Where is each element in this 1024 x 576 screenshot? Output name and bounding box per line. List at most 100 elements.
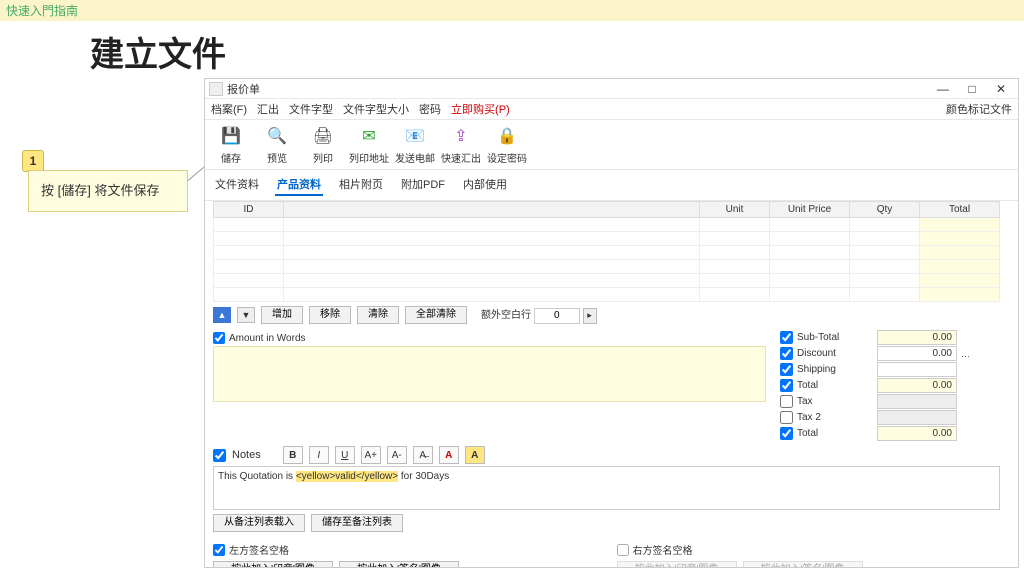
notes-checkbox[interactable] <box>213 449 226 462</box>
total2-checkbox[interactable] <box>780 427 793 440</box>
app-icon <box>209 82 223 96</box>
left-sig-checkbox[interactable] <box>213 544 225 556</box>
total1-label: Total <box>797 380 873 391</box>
clear-row-button[interactable]: 清除 <box>357 306 399 324</box>
amount-words-checkbox[interactable] <box>213 332 225 344</box>
table-row[interactable] <box>214 246 1000 260</box>
tax2-label: Tax 2 <box>797 412 873 423</box>
table-row[interactable] <box>214 274 1000 288</box>
menu-export[interactable]: 汇出 <box>257 101 279 117</box>
notes-text-hl: <yellow>valid</yellow> <box>296 471 398 482</box>
titlebar: 报价单 — □ ✕ <box>205 79 1018 99</box>
shipping-value[interactable] <box>877 362 957 377</box>
amount-words-box[interactable] <box>213 346 766 402</box>
load-notes-button[interactable]: 从备注列表载入 <box>213 514 305 532</box>
move-up-button[interactable]: ▲ <box>213 307 231 323</box>
extra-rows-input[interactable] <box>534 308 580 324</box>
notes-label: Notes <box>232 449 261 461</box>
amount-words-label: Amount in Words <box>229 333 306 344</box>
right-sig-label: 右方签名空格 <box>633 542 693 557</box>
menu-password[interactable]: 密码 <box>419 101 441 117</box>
print-button[interactable]: 🖨 列印 <box>303 124 343 165</box>
total1-checkbox[interactable] <box>780 379 793 392</box>
export-icon: ⇪ <box>449 124 473 148</box>
save-button[interactable]: 💾 儲存 <box>211 124 251 165</box>
table-row[interactable] <box>214 288 1000 302</box>
color-red-button[interactable]: A <box>439 446 459 464</box>
subtotal-checkbox[interactable] <box>780 331 793 344</box>
table-row[interactable] <box>214 260 1000 274</box>
italic-button[interactable]: I <box>309 446 329 464</box>
preview-button[interactable]: 🔍 预览 <box>257 124 297 165</box>
left-signature-panel: 左方签名空格 按此加入'印章'图像 按此加入'签名'图像 移除 移除 Date … <box>213 540 597 567</box>
save-notes-button[interactable]: 儲存至备注列表 <box>311 514 403 532</box>
minimize-button[interactable]: — <box>930 82 956 96</box>
remove-row-button[interactable]: 移除 <box>309 306 351 324</box>
menu-font[interactable]: 文件字型 <box>289 101 333 117</box>
tax2-checkbox[interactable] <box>780 411 793 424</box>
addr-label: 列印地址 <box>349 150 389 165</box>
tab-internal[interactable]: 内部使用 <box>461 174 509 196</box>
extra-rows-stepper[interactable]: ▸ <box>583 308 597 324</box>
left-sig-check[interactable]: 左方签名空格 <box>213 542 597 557</box>
left-sig-label: 左方签名空格 <box>229 542 289 557</box>
total2-label: Total <box>797 428 873 439</box>
col-unit: Unit <box>700 202 770 218</box>
discount-value[interactable]: 0.00 <box>877 346 957 361</box>
add-row-button[interactable]: 增加 <box>261 306 303 324</box>
amount-words-check[interactable]: Amount in Words <box>213 332 766 344</box>
tax-label: Tax <box>797 396 873 407</box>
clear-all-button[interactable]: 全部清除 <box>405 306 467 324</box>
tabs: 文件资料 产品资料 相片附页 附加PDF 内部使用 <box>205 170 1018 201</box>
window-title: 报价单 <box>227 81 930 97</box>
shipping-checkbox[interactable] <box>780 363 793 376</box>
move-down-button[interactable]: ▼ <box>237 307 255 323</box>
left-stamp-button[interactable]: 按此加入'印章'图像 <box>213 561 333 567</box>
tab-document[interactable]: 文件资料 <box>213 174 261 196</box>
address-icon: ✉ <box>357 124 381 148</box>
menu-file[interactable]: 档案(F) <box>211 101 247 117</box>
set-password-button[interactable]: 🔒 设定密码 <box>487 124 527 165</box>
strike-button[interactable]: A̶ <box>413 446 433 464</box>
line-items-table[interactable]: ID Unit Unit Price Qty Total <box>213 201 1000 302</box>
toolbar: 💾 儲存 🔍 预览 🖨 列印 ✉ 列印地址 📧 发送电邮 ⇪ 快速汇出 🔒 设定… <box>205 120 1018 170</box>
right-sign-button: 按此加入'签名'图像 <box>743 561 863 567</box>
col-qty: Qty <box>850 202 920 218</box>
right-sig-checkbox[interactable] <box>617 544 629 556</box>
row-controls: ▲ ▼ 增加 移除 清除 全部清除 额外空白行 ▸ <box>213 302 1000 328</box>
bold-button[interactable]: B <box>283 446 303 464</box>
tab-photo[interactable]: 相片附页 <box>337 174 385 196</box>
close-button[interactable]: ✕ <box>988 82 1014 96</box>
total2-value: 0.00 <box>877 426 957 441</box>
tax-value[interactable] <box>877 394 957 409</box>
table-row[interactable] <box>214 218 1000 232</box>
menu-buy-now[interactable]: 立即购买(P) <box>451 101 510 117</box>
tax-checkbox[interactable] <box>780 395 793 408</box>
preview-label: 预览 <box>267 150 287 165</box>
preview-icon: 🔍 <box>265 124 289 148</box>
right-signature-panel: 右方签名空格 按此加入'印章'图像 按此加入'签名'图像 移除 移除 Date … <box>617 540 1001 567</box>
quick-export-button[interactable]: ⇪ 快速汇出 <box>441 124 481 165</box>
discount-more[interactable]: … <box>961 349 970 359</box>
notes-textarea[interactable]: This Quotation is <yellow>valid</yellow>… <box>213 466 1000 510</box>
print-icon: 🖨 <box>311 124 335 148</box>
discount-checkbox[interactable] <box>780 347 793 360</box>
underline-button[interactable]: U <box>335 446 355 464</box>
page-title: 建立文件 <box>0 21 1024 80</box>
tab-pdf[interactable]: 附加PDF <box>399 174 447 196</box>
menu-color-tag[interactable]: 颜色标记文件 <box>946 101 1012 117</box>
maximize-button[interactable]: □ <box>959 82 985 96</box>
right-sig-check[interactable]: 右方签名空格 <box>617 542 1001 557</box>
highlight-button[interactable]: A <box>465 446 485 464</box>
quick-label: 快速汇出 <box>441 150 481 165</box>
col-desc <box>284 202 700 218</box>
left-sign-button[interactable]: 按此加入'签名'图像 <box>339 561 459 567</box>
send-email-button[interactable]: 📧 发送电邮 <box>395 124 435 165</box>
font-dec-button[interactable]: A- <box>387 446 407 464</box>
font-inc-button[interactable]: A+ <box>361 446 381 464</box>
tab-product[interactable]: 产品资料 <box>275 174 323 196</box>
table-row[interactable] <box>214 232 1000 246</box>
print-address-button[interactable]: ✉ 列印地址 <box>349 124 389 165</box>
menu-fontsize[interactable]: 文件字型大小 <box>343 101 409 117</box>
tax2-value[interactable] <box>877 410 957 425</box>
